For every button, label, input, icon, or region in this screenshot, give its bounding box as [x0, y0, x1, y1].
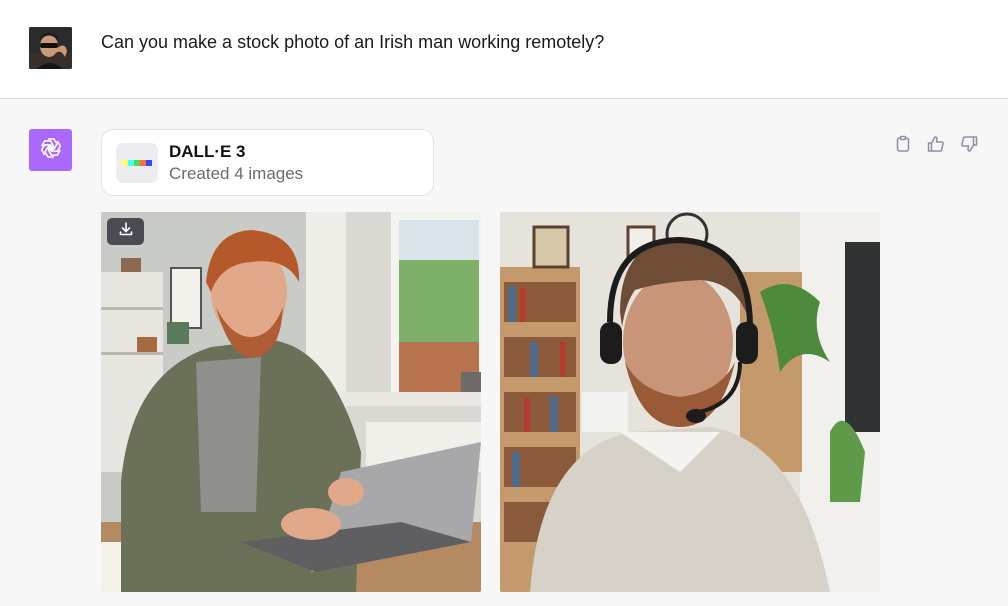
thumbs-up-icon[interactable]	[926, 134, 946, 154]
download-button[interactable]	[107, 218, 144, 245]
tool-title: DALL·E 3	[169, 142, 246, 161]
assistant-avatar	[29, 129, 72, 171]
message-actions	[893, 134, 979, 154]
thumbs-down-icon[interactable]	[959, 134, 979, 154]
tool-subtitle: Created 4 images	[169, 164, 304, 183]
download-icon	[118, 221, 134, 242]
user-message-text: Can you make a stock photo of an Irish m…	[101, 32, 605, 52]
assistant-message-row: DALL·E 3 Created 4 images	[0, 100, 1008, 606]
image-2-illustration	[500, 212, 880, 592]
dalle-color-bar-icon	[116, 143, 158, 183]
dalle-tool-card[interactable]: DALL·E 3 Created 4 images	[101, 129, 434, 196]
generated-image-1[interactable]	[101, 212, 481, 592]
clipboard-icon[interactable]	[893, 134, 913, 154]
generated-image-2[interactable]	[500, 212, 880, 592]
user-avatar	[29, 27, 72, 69]
openai-logo-icon	[38, 135, 64, 166]
user-message-row: Can you make a stock photo of an Irish m…	[0, 0, 1008, 99]
image-1-illustration	[101, 212, 481, 592]
